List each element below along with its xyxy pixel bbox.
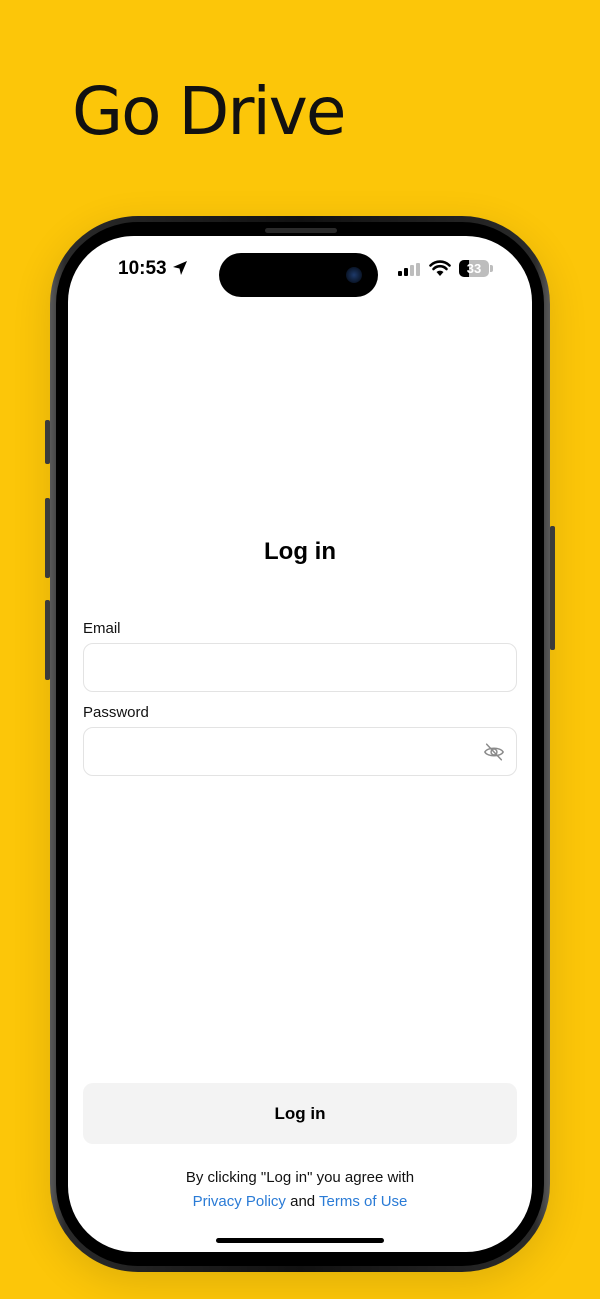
email-label: Email [83,620,121,637]
legal-links: Privacy Policy and Terms of Use [68,1193,532,1210]
volume-down-button [45,600,50,680]
cellular-signal-icon [398,263,420,276]
phone-screen: 10:53 33 Log in Email Password Log in By… [68,236,532,1252]
legal-prefix: By clicking "Log in" you agree with [185,1169,415,1186]
legal-notice: By clicking "Log in" you agree with [68,1169,532,1186]
wifi-icon [429,260,451,276]
volume-up-button [45,498,50,578]
password-label: Password [83,704,149,721]
home-indicator[interactable] [216,1238,384,1243]
silent-switch [45,420,50,464]
email-field[interactable] [83,643,517,692]
terms-of-use-link[interactable]: Terms of Use [319,1193,407,1210]
location-arrow-icon [173,261,187,275]
brand-title: Go Drive [72,73,346,150]
battery-body: 33 [459,260,489,277]
eye-slash-icon[interactable] [483,741,505,763]
battery-tip [490,265,493,272]
camera-icon [346,267,362,283]
password-field[interactable] [83,727,517,776]
status-time: 10:53 [118,258,167,279]
login-button[interactable]: Log in [83,1083,517,1144]
page-title: Log in [264,538,336,565]
battery-percent: 33 [466,261,482,276]
earpiece-speaker [265,228,337,233]
dynamic-island [219,253,378,297]
power-button [550,526,555,650]
privacy-policy-link[interactable]: Privacy Policy [193,1193,286,1210]
legal-and: and [290,1193,316,1210]
battery-icon: 33 [459,260,493,277]
